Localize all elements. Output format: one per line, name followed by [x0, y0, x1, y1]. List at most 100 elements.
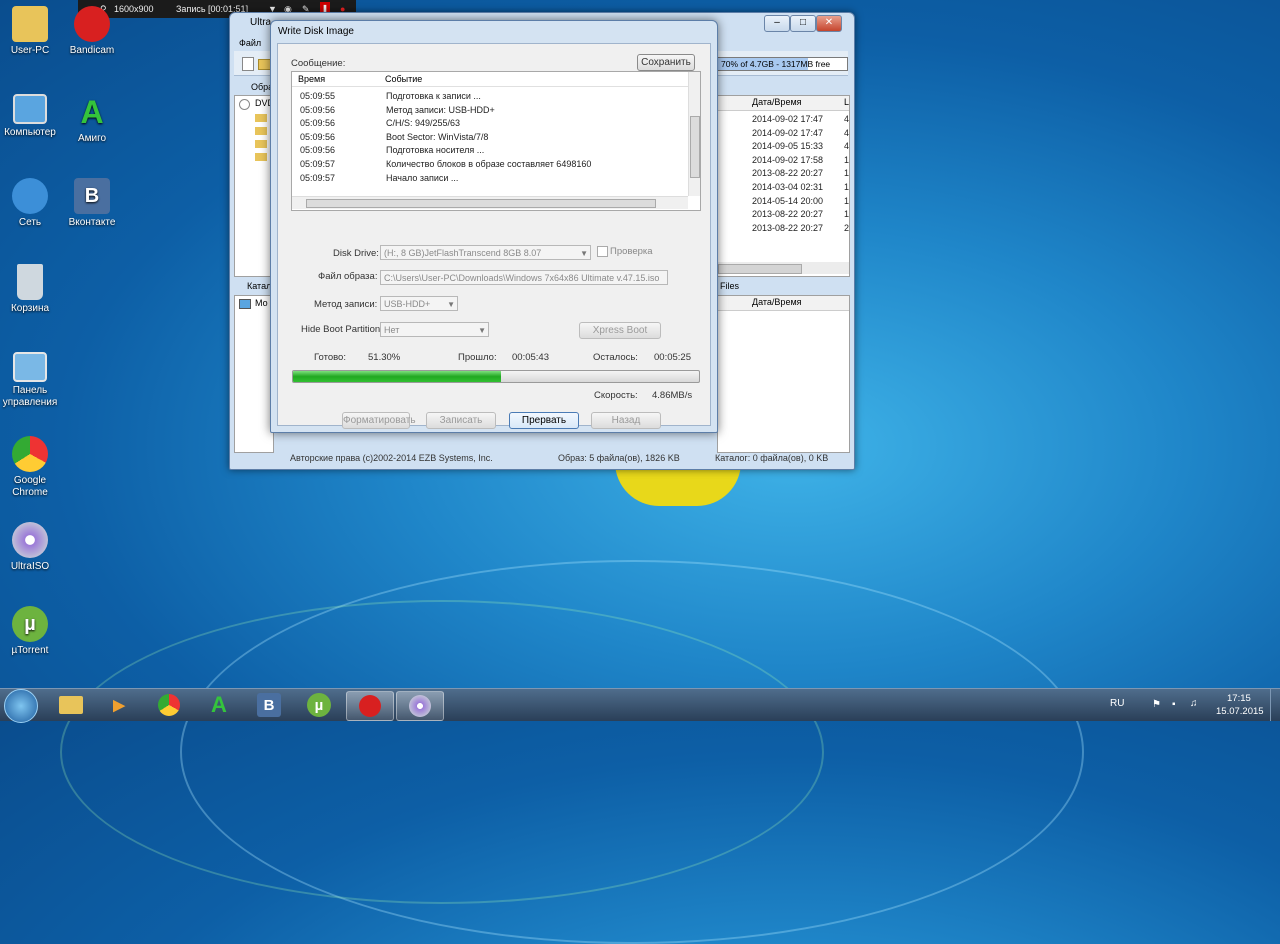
- file-size: 1: [844, 182, 850, 192]
- minimize-button[interactable]: –: [764, 15, 790, 32]
- log-time: 05:09:56: [300, 145, 336, 156]
- speed-value: 4.86MB/s: [652, 390, 693, 401]
- done-label: Готово:: [314, 352, 346, 363]
- log-event: C/H/S: 949/255/63: [386, 118, 461, 129]
- disk-drive-label: Disk Drive:: [333, 248, 379, 259]
- write-method-select[interactable]: USB-HDD+ ▼: [380, 296, 458, 311]
- maximize-button[interactable]: □: [790, 15, 816, 32]
- progress-fill: [293, 371, 502, 382]
- taskbar-utorrent[interactable]: µ: [296, 691, 342, 719]
- log-event: Метод записи: USB-HDD+: [386, 104, 495, 115]
- amigo-icon: A: [80, 94, 104, 130]
- tree-folder-icon[interactable]: [255, 153, 267, 161]
- ultraiso-icon: [12, 522, 48, 558]
- h-scrollbar[interactable]: [292, 196, 688, 209]
- xpress-boot-button[interactable]: Xpress Boot: [579, 322, 661, 339]
- file-date: 2014-09-02 17:47: [752, 127, 824, 138]
- image-file-field[interactable]: C:\Users\User-PC\Downloads\Windows 7x64x…: [380, 270, 668, 285]
- taskbar-chrome[interactable]: [146, 691, 192, 719]
- start-button[interactable]: [4, 689, 38, 723]
- hide-boot-label: Hide Boot Partition:: [301, 324, 383, 335]
- volume-icon[interactable]: ♫: [1190, 698, 1198, 709]
- menu-file[interactable]: Файл: [239, 38, 261, 48]
- h-scrollbar[interactable]: [718, 262, 849, 274]
- catalog-tab[interactable]: Катал: [247, 281, 271, 291]
- hide-boot-select[interactable]: Нет ▼: [380, 322, 489, 337]
- col-time[interactable]: Время: [298, 74, 325, 84]
- desktop-icon-user-pc[interactable]: User-PC: [0, 6, 64, 57]
- file-date: 2014-09-02 17:58: [752, 154, 824, 165]
- remaining-label: Осталось:: [593, 352, 638, 363]
- local-file-list: Дата/Время: [717, 295, 850, 453]
- tree-folder-icon[interactable]: [255, 127, 267, 135]
- desktop-icon-network[interactable]: Сеть: [0, 178, 64, 229]
- taskbar-media-player[interactable]: ▶: [96, 691, 142, 719]
- col-l[interactable]: L: [844, 97, 849, 107]
- show-desktop-button[interactable]: [1270, 689, 1280, 721]
- desktop-icon-vkontakte[interactable]: B Вконтакте: [58, 178, 126, 229]
- col-datetime[interactable]: Дата/Время: [752, 97, 802, 107]
- chrome-icon: [158, 694, 180, 716]
- desktop-icon-recycle-bin[interactable]: Корзина: [0, 264, 64, 315]
- taskbar-bandicam[interactable]: [346, 691, 394, 721]
- recycle-bin-icon: [17, 264, 43, 300]
- file-size: 1: [844, 168, 850, 179]
- desktop-icon-ultraiso[interactable]: UltraISO: [0, 522, 64, 573]
- verify-checkbox[interactable]: [597, 246, 608, 257]
- col-event[interactable]: Событие: [385, 74, 422, 84]
- tree-folder-icon[interactable]: [255, 140, 267, 148]
- desktop-icon-chrome[interactable]: Google Chrome: [0, 436, 64, 499]
- desktop-icon-computer[interactable]: Компьютер: [0, 94, 64, 139]
- message-label: Сообщение:: [291, 58, 346, 69]
- clock-time[interactable]: 17:15: [1227, 693, 1251, 704]
- taskbar-vkontakte[interactable]: B: [246, 691, 292, 719]
- taskbar-ultraiso[interactable]: [396, 691, 444, 721]
- desktop-icon-control-panel[interactable]: Панель управления: [0, 352, 64, 409]
- taskbar-amigo[interactable]: A: [196, 691, 242, 719]
- chrome-icon: [12, 436, 48, 472]
- log-time: 05:09:57: [300, 159, 336, 169]
- folder-icon: [59, 696, 83, 714]
- status-image: Образ: 5 файла(ов), 1826 KB: [558, 453, 680, 463]
- file-size: 1: [844, 209, 850, 220]
- files-tab[interactable]: Files: [720, 281, 739, 291]
- tree-folder-icon[interactable]: [255, 114, 267, 122]
- capacity-bar: 70% of 4.7GB - 1317MB free: [716, 57, 848, 71]
- disk-drive-select[interactable]: (H:, 8 GB)JetFlashTranscend 8GB 8.07 ▼: [380, 245, 591, 260]
- language-indicator[interactable]: RU: [1110, 698, 1124, 709]
- format-button[interactable]: Форматировать: [342, 412, 416, 429]
- v-scrollbar[interactable]: [688, 72, 700, 196]
- desktop-icon-bandicam[interactable]: Bandicam: [58, 6, 126, 57]
- bandicam-icon: [359, 695, 381, 717]
- control-panel-icon: [13, 352, 47, 382]
- dialog-title: Write Disk Image: [278, 26, 354, 37]
- log-time: 05:09:57: [300, 172, 336, 183]
- chevron-down-icon: ▼: [447, 300, 455, 309]
- status-catalog: Каталог: 0 файла(ов), 0 KB: [715, 453, 829, 463]
- back-button[interactable]: Назад: [591, 412, 661, 429]
- write-disk-image-dialog: Write Disk Image Сообщение: Сохранить Вр…: [270, 20, 718, 433]
- new-icon[interactable]: [242, 57, 254, 71]
- taskbar-explorer[interactable]: [48, 691, 94, 719]
- file-date: 2013-08-22 20:27: [752, 209, 824, 220]
- write-button[interactable]: Записать: [426, 412, 496, 429]
- save-button[interactable]: Сохранить: [637, 54, 695, 71]
- network-icon[interactable]: ▪: [1172, 699, 1176, 710]
- chevron-down-icon: ▼: [478, 326, 486, 335]
- desktop-icon-utorrent[interactable]: µ µTorrent: [0, 606, 64, 657]
- image-file-label: Файл образа:: [318, 271, 378, 282]
- log-time: 05:09:56: [300, 104, 336, 115]
- tree2-root[interactable]: Мо: [255, 298, 268, 308]
- desktop-icon-amigo[interactable]: A Амиго: [58, 94, 126, 145]
- abort-button[interactable]: Прервать: [509, 412, 579, 429]
- col-datetime[interactable]: Дата/Время: [752, 297, 802, 307]
- close-button[interactable]: ✕: [816, 15, 842, 32]
- media-player-icon: ▶: [113, 697, 125, 714]
- status-copyright: Авторские права (c)2002-2014 EZB Systems…: [290, 453, 493, 463]
- log-event: Boot Sector: WinVista/7/8: [386, 131, 489, 142]
- clock-date[interactable]: 15.07.2015: [1216, 706, 1264, 717]
- file-size: 4: [844, 141, 850, 152]
- flag-icon[interactable]: ⚑: [1152, 699, 1161, 710]
- file-date: 2014-09-05 15:33: [752, 141, 824, 152]
- utorrent-icon: µ: [12, 606, 48, 642]
